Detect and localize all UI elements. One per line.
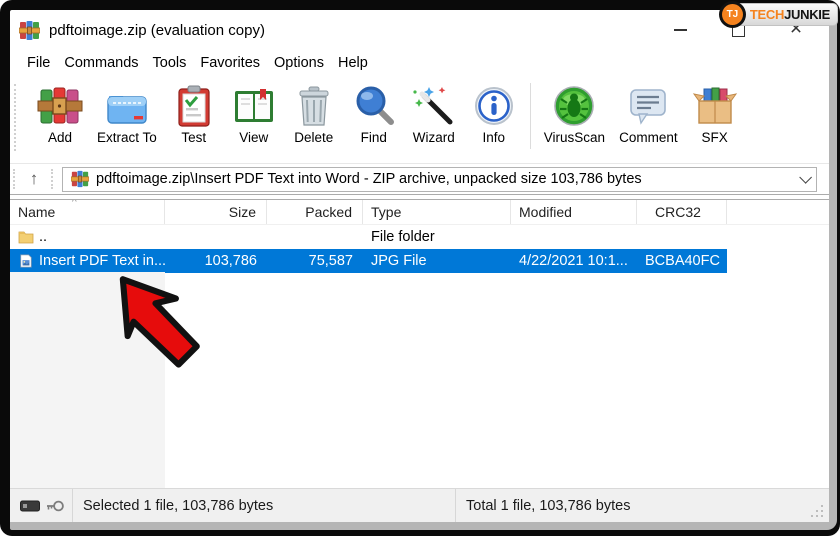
cell-type: File folder [363,225,511,249]
toolbar-label-comment: Comment [619,130,678,145]
toolbar: Add Extract To [10,76,829,164]
menu-favorites[interactable]: Favorites [193,53,267,73]
toolbar-button-delete[interactable]: Delete [284,81,344,147]
column-header-size[interactable]: Size [165,200,267,224]
toolbar-button-sfx[interactable]: SFX [685,81,745,147]
toolbar-label-view: View [239,130,268,145]
toolbar-button-info[interactable]: Info [464,81,524,147]
gripper-handle[interactable] [13,169,17,189]
toolbar-label-delete: Delete [294,130,333,145]
toolbar-button-virusscan[interactable]: VirusScan [537,81,612,147]
toolbar-button-test[interactable]: Test [164,81,224,147]
menu-file[interactable]: File [20,53,57,73]
minimize-button[interactable] [651,10,709,50]
virus-scan-icon [551,83,597,129]
cell-packed [267,225,363,249]
chevron-down-icon[interactable] [799,171,812,184]
column-header-name[interactable]: Name ^ [10,200,165,224]
drive-icon [20,500,40,512]
techjunkie-logo: TJ TECHJUNKIE [725,3,838,26]
menu-help[interactable]: Help [331,53,375,73]
toolbar-button-find[interactable]: Find [344,81,404,147]
status-bar: Selected 1 file, 103,786 bytes Total 1 f… [10,488,829,522]
delete-trash-icon [291,83,337,129]
title-bar: pdftoimage.zip (evaluation copy) × [10,10,829,50]
menu-tools[interactable]: Tools [146,53,194,73]
archive-path-text: pdftoimage.zip\Insert PDF Text into Word… [96,171,642,187]
techjunkie-pill: TJ TECHJUNKIE [725,3,838,26]
screenshot-frame: TJ TECHJUNKIE pdftoimage.zip (evaluation… [0,0,840,536]
cell-name: .. [10,225,165,249]
toolbar-label-test: Test [181,130,206,145]
column-header-crc32[interactable]: CRC32 [637,200,727,224]
add-archive-icon [37,83,83,129]
toolbar-separator [530,83,531,149]
column-header-row: Name ^ Size Packed Type Modified CRC32 [10,200,829,225]
comment-bubble-icon [625,83,671,129]
selection-highlight: Insert PDF Text in... 103,786 75,587 JPG… [10,249,727,273]
cell-size: 103,786 [165,249,267,273]
cell-type: JPG File [363,249,511,273]
cell-modified [511,225,637,249]
toolbar-button-wizard[interactable]: Wizard [404,81,464,147]
techjunkie-monogram-icon: TJ [719,1,746,28]
folder-icon [18,230,34,244]
find-magnifier-icon [351,83,397,129]
jpg-file-icon [18,254,34,268]
key-icon [46,499,64,513]
address-bar: ↑ pdftoimage.zip\Insert PDF Text into Wo… [10,164,829,194]
toolbar-button-extract-to[interactable]: Extract To [90,81,164,147]
window-title: pdftoimage.zip (evaluation copy) [49,22,265,39]
menu-options[interactable]: Options [267,53,331,73]
sfx-box-icon [692,83,738,129]
status-icons [10,489,72,522]
cell-modified: 4/22/2021 10:1... [511,249,637,273]
status-total-text: Total 1 file, 103,786 bytes [456,498,829,514]
toolbar-label-extract-to: Extract To [97,130,157,145]
cell-size [165,225,267,249]
gripper-handle[interactable] [51,169,55,189]
column-header-type[interactable]: Type [363,200,511,224]
cell-crc32 [637,225,727,249]
up-directory-button[interactable]: ↑ [20,167,48,191]
test-clipboard-icon [171,83,217,129]
logo-text-junkie: JUNKIE [784,7,830,22]
up-arrow-icon: ↑ [30,169,39,189]
view-book-icon [231,83,277,129]
cell-packed: 75,587 [267,249,363,273]
resize-grip[interactable] [811,505,823,517]
toolbar-button-add[interactable]: Add [30,81,90,147]
status-selected-text: Selected 1 file, 103,786 bytes [73,498,455,514]
sort-ascending-icon: ^ [72,200,77,208]
cell-crc32: BCBA40FC [637,249,727,273]
toolbar-label-virusscan: VirusScan [544,130,605,145]
menu-commands[interactable]: Commands [57,53,145,73]
menu-bar: File Commands Tools Favorites Options He… [10,50,829,76]
toolbar-label-sfx: SFX [701,130,727,145]
column-header-modified[interactable]: Modified [511,200,637,224]
extract-folder-icon [104,83,150,129]
toolbar-label-wizard: Wizard [413,130,455,145]
info-circle-icon [471,83,517,129]
table-row-parent-folder[interactable]: .. File folder [10,225,829,249]
toolbar-button-comment[interactable]: Comment [612,81,685,147]
toolbar-button-view[interactable]: View [224,81,284,147]
toolbar-label-add: Add [48,130,72,145]
archive-path-combobox[interactable]: pdftoimage.zip\Insert PDF Text into Word… [62,167,817,192]
wizard-wand-icon [411,83,457,129]
winrar-app-icon [19,20,40,41]
archive-icon [71,170,89,188]
toolbar-label-info: Info [483,130,506,145]
column-header-packed[interactable]: Packed [267,200,363,224]
minimize-icon [674,29,687,31]
toolbar-label-find: Find [361,130,387,145]
logo-text-tech: TECH [750,7,784,22]
